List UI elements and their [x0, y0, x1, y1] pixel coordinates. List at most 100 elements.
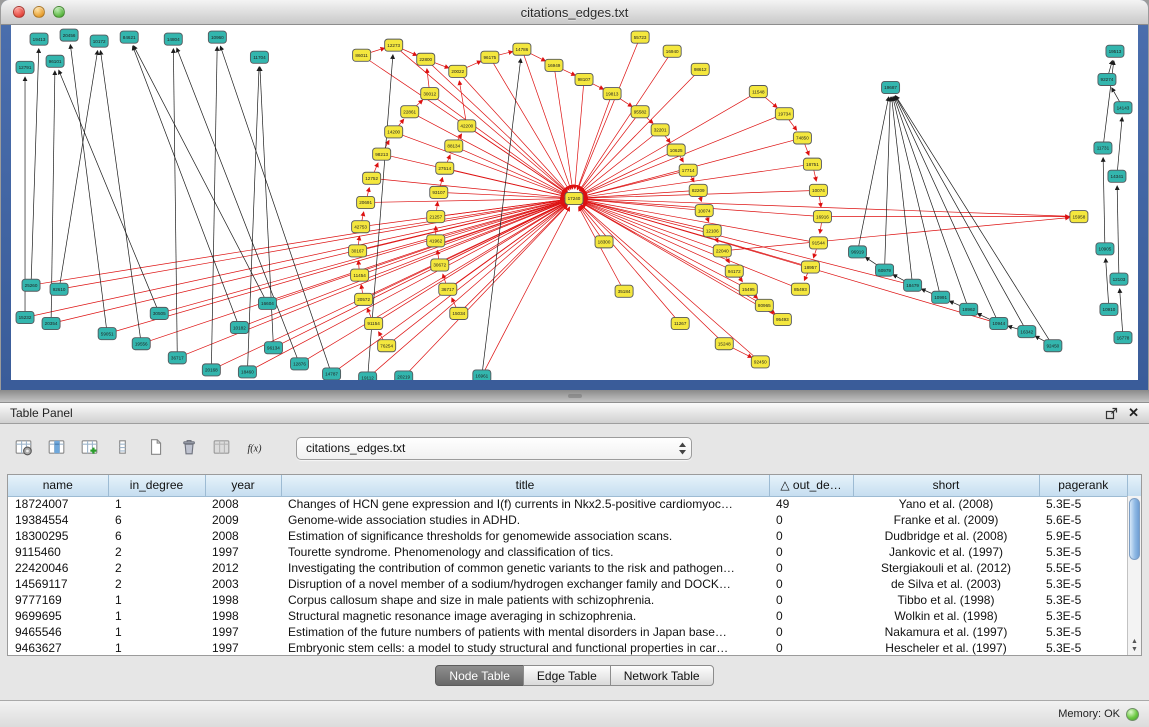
graph-node[interactable]: 18460 — [238, 366, 256, 378]
table-cell[interactable]: 2009 — [205, 512, 281, 528]
table-cell[interactable]: Embryonic stem cells: a model to study s… — [281, 640, 769, 656]
network-canvas[interactable]: 1724076254911542057211454301674275320691… — [11, 25, 1138, 380]
delete-table-icon[interactable] — [175, 435, 202, 461]
table-cell[interactable]: 5.3E-5 — [1039, 624, 1127, 640]
graph-node[interactable]: 84621 — [120, 31, 138, 43]
graph-edge[interactable] — [31, 49, 39, 285]
table-cell[interactable]: 5.3E-5 — [1039, 496, 1127, 512]
table-cell[interactable]: 1 — [108, 624, 205, 640]
graph-edge[interactable] — [885, 98, 891, 270]
graph-node[interactable]: 91544 — [809, 237, 827, 249]
graph-edge[interactable] — [582, 205, 761, 362]
graph-node[interactable]: 20219 — [395, 371, 413, 380]
table-cell[interactable]: 2003 — [205, 576, 281, 592]
graph-node[interactable]: 12876 — [290, 358, 308, 370]
table-cell[interactable]: 0 — [769, 592, 853, 608]
table-cell[interactable]: 5.6E-5 — [1039, 512, 1127, 528]
graph-node[interactable]: 22800 — [417, 53, 435, 65]
table-cell[interactable]: Tibbo et al. (1998) — [853, 592, 1039, 608]
table-cell[interactable]: 1997 — [205, 624, 281, 640]
table-cell[interactable]: 1998 — [205, 608, 281, 624]
graph-edge[interactable] — [583, 92, 759, 194]
table-cell[interactable]: Hescheler et al. (1997) — [853, 640, 1039, 656]
graph-node[interactable]: 14143 — [1114, 102, 1132, 114]
graph-node[interactable]: 92450 — [751, 356, 769, 368]
panel-splitter[interactable] — [0, 390, 1149, 402]
graph-node[interactable]: 19413 — [30, 33, 48, 45]
graph-node[interactable]: 36717 — [439, 283, 457, 295]
graph-node[interactable]: 91154 — [365, 317, 383, 329]
vertical-scrollbar[interactable]: ▲▼ — [1127, 496, 1141, 655]
graph-edge[interactable] — [247, 67, 259, 372]
table-cell[interactable]: 18300295 — [8, 528, 108, 544]
table-cell[interactable]: 6 — [108, 512, 205, 528]
graph-node[interactable]: 30012 — [421, 88, 439, 100]
graph-edge[interactable] — [366, 199, 564, 203]
new-row-icon[interactable] — [109, 435, 136, 461]
table-cell[interactable]: Estimation of the future numbers of pati… — [281, 624, 769, 640]
table-cell[interactable]: 49 — [769, 496, 853, 512]
show-columns-icon[interactable] — [43, 435, 70, 461]
table-cell[interactable]: 1 — [108, 592, 205, 608]
table-cell[interactable]: 2008 — [205, 496, 281, 512]
graph-node[interactable]: 16604 — [258, 297, 276, 309]
graph-node[interactable]: 15495 — [739, 283, 757, 295]
graph-node[interactable]: 22040 — [713, 245, 731, 257]
table-cell[interactable]: 0 — [769, 576, 853, 592]
graph-node[interactable]: 14341 — [1108, 170, 1126, 182]
graph-node[interactable]: 15232 — [16, 311, 34, 323]
graph-node[interactable]: 14786 — [513, 43, 531, 55]
graph-edge[interactable] — [583, 204, 783, 320]
table-cell[interactable]: Tourette syndrome. Phenomenology and cla… — [281, 544, 769, 560]
table-cell[interactable]: 0 — [769, 608, 853, 624]
table-cell[interactable]: de Silva et al. (2003) — [853, 576, 1039, 592]
table-cell[interactable]: 19384554 — [8, 512, 108, 528]
table-row[interactable]: 946362711997Embryonic stem cells: a mode… — [8, 640, 1127, 656]
table-cell[interactable]: 9465546 — [8, 624, 108, 640]
new-table-icon[interactable] — [142, 435, 169, 461]
graph-node[interactable]: 60979 — [876, 264, 894, 276]
graph-node[interactable]: 10172 — [90, 35, 108, 47]
graph-node[interactable]: 21257 — [427, 211, 445, 223]
graph-node[interactable]: 19687 — [882, 81, 900, 93]
table-cell[interactable]: 5.3E-5 — [1039, 640, 1127, 656]
graph-edge[interactable] — [583, 203, 765, 305]
graph-node[interactable]: 20572 — [355, 293, 373, 305]
graph-node[interactable]: 22861 — [401, 106, 419, 118]
graph-edge[interactable] — [580, 112, 640, 191]
table-cell[interactable]: 6 — [108, 528, 205, 544]
graph-node[interactable]: 17714 — [679, 164, 697, 176]
graph-edge[interactable] — [173, 49, 177, 358]
table-cell[interactable]: 1997 — [205, 544, 281, 560]
graph-edge[interactable] — [404, 206, 567, 377]
graph-node[interactable]: 14787 — [323, 368, 341, 380]
table-cell[interactable]: 2 — [108, 544, 205, 560]
graph-node[interactable]: 42753 — [352, 221, 370, 233]
column-header-in-degree[interactable]: in_degree — [108, 475, 205, 496]
graph-node[interactable]: 93107 — [430, 186, 448, 198]
graph-node[interactable]: 11267 — [671, 317, 689, 329]
table-cell[interactable]: Jankovic et al. (1997) — [853, 544, 1039, 560]
table-row[interactable]: 1456911722003Disruption of a novel membe… — [8, 576, 1127, 592]
graph-node[interactable]: 18962 — [960, 303, 978, 315]
graph-edge[interactable] — [1120, 289, 1123, 337]
graph-edge[interactable] — [584, 201, 999, 323]
table-cell[interactable]: 2 — [108, 576, 205, 592]
graph-node[interactable]: 12791 — [16, 61, 34, 73]
graph-node[interactable]: 82209 — [689, 184, 707, 196]
graph-edge[interactable] — [892, 98, 913, 286]
table-row[interactable]: 1938455462009Genome-wide association stu… — [8, 512, 1127, 528]
graph-edge[interactable] — [858, 97, 889, 252]
graph-node[interactable]: 92450 — [1044, 340, 1062, 352]
graph-node[interactable]: 11548 — [749, 86, 767, 98]
column-header-pagerank[interactable]: pagerank — [1039, 475, 1127, 496]
graph-node[interactable]: 98213 — [373, 148, 391, 160]
tab-network-table[interactable]: Network Table — [610, 665, 714, 686]
graph-edge[interactable] — [893, 97, 941, 297]
new-column-icon[interactable] — [76, 435, 103, 461]
graph-edge[interactable] — [722, 218, 1069, 251]
table-cell[interactable]: 2012 — [205, 560, 281, 576]
graph-node[interactable]: 16961 — [473, 370, 491, 380]
table-cell[interactable]: 22420046 — [8, 560, 108, 576]
graph-node[interactable]: 25260 — [22, 279, 40, 291]
